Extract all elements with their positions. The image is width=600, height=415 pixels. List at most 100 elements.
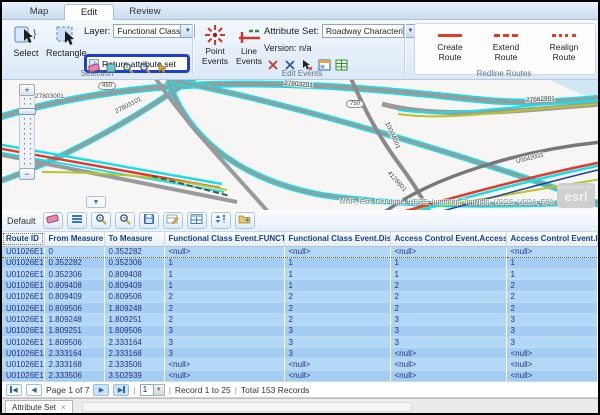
table-row[interactable]: U01026E11.8095062.3331643333 xyxy=(2,336,598,347)
table-cell[interactable]: 2 xyxy=(164,302,284,313)
table-cell[interactable]: 0.352306 xyxy=(44,269,104,280)
table-cell[interactable]: <null> xyxy=(506,370,598,381)
chevron-down-icon[interactable]: ▼ xyxy=(154,384,165,396)
collapse-panel-button[interactable]: ▼ xyxy=(86,196,106,208)
table-cell[interactable]: <null> xyxy=(164,246,284,257)
table-cell[interactable]: 1 xyxy=(284,257,390,268)
table-row[interactable]: U01026E10.3523060.8094081111 xyxy=(2,269,598,280)
chevron-down-icon[interactable]: ▼ xyxy=(181,24,195,38)
pan-to-selected-button[interactable] xyxy=(115,212,135,229)
table-cell[interactable]: 2.333164 xyxy=(44,348,104,359)
last-page-button[interactable]: ▶ xyxy=(113,384,129,396)
page-number-dropdown[interactable]: 1 ▼ xyxy=(140,384,165,396)
table-cell[interactable]: U01026E1 xyxy=(2,302,44,313)
table-cell[interactable]: <null> xyxy=(390,359,506,370)
table-cell[interactable]: 1 xyxy=(164,257,284,268)
table-row[interactable]: U01026E11.8092481.8092512233 xyxy=(2,314,598,325)
table-cell[interactable]: 0.809409 xyxy=(104,280,164,291)
layer-dropdown-value[interactable]: Functional Class xyxy=(113,24,181,38)
table-cell[interactable]: 1 xyxy=(390,257,506,268)
table-row[interactable]: U01026E10.3522820.3523061111 xyxy=(2,257,598,268)
table-cell[interactable]: 1 xyxy=(164,269,284,280)
table-cell[interactable]: 1.809251 xyxy=(44,325,104,336)
column-header[interactable]: Access Control Event.AccessControl xyxy=(390,232,506,246)
table-cell[interactable]: 0.352306 xyxy=(104,257,164,268)
table-cell[interactable]: 0.809408 xyxy=(44,280,104,291)
table-cell[interactable]: 0.352282 xyxy=(44,257,104,268)
table-cell[interactable]: 1.809506 xyxy=(44,336,104,347)
layer-dropdown[interactable]: Functional Class ▼ xyxy=(113,24,195,38)
column-header[interactable]: Functional Class Event.District xyxy=(284,232,390,246)
table-cell[interactable]: <null> xyxy=(506,359,598,370)
sort-records-button[interactable] xyxy=(211,212,231,229)
table-cell[interactable]: U01026E1 xyxy=(2,336,44,347)
line-events-button[interactable]: Line Events xyxy=(232,24,266,67)
table-cell[interactable]: <null> xyxy=(506,246,598,257)
table-cell[interactable]: 2.333168 xyxy=(104,348,164,359)
table-cell[interactable]: <null> xyxy=(164,359,284,370)
tab-review[interactable]: Review xyxy=(118,4,172,20)
table-cell[interactable]: 0.809409 xyxy=(44,291,104,302)
table-cell[interactable]: <null> xyxy=(284,246,390,257)
show-selected-records-button[interactable] xyxy=(67,212,87,229)
table-cell[interactable]: 2.333506 xyxy=(44,370,104,381)
magnifier-plus-icon[interactable] xyxy=(121,61,135,75)
table-cell[interactable]: <null> xyxy=(164,370,284,381)
table-cell[interactable]: 3 xyxy=(284,348,390,359)
table-row[interactable]: U01026E10.8094080.8094091122 xyxy=(2,280,598,291)
table-cell[interactable]: 3.502939 xyxy=(104,370,164,381)
rectangle-button[interactable]: Rectangle xyxy=(46,23,86,58)
open-table-button[interactable] xyxy=(187,212,207,229)
point-events-button[interactable]: Point Events xyxy=(198,24,232,67)
tab-map[interactable]: Map xyxy=(16,4,62,20)
table-row[interactable]: U01026E12.3331642.33316833<null><null> xyxy=(2,348,598,359)
table-cell[interactable]: 1 xyxy=(284,280,390,291)
table-cell[interactable]: U01026E1 xyxy=(2,291,44,302)
column-header[interactable]: Access Control Event.District xyxy=(506,232,598,246)
realign-route-button[interactable]: Realign Route xyxy=(539,30,589,63)
column-header[interactable]: Functional Class Event.FUNCTIONALCLASS xyxy=(164,232,284,246)
zoom-to-selected-button[interactable] xyxy=(91,212,111,229)
table-cell[interactable]: 2 xyxy=(506,291,598,302)
zoom-out-button[interactable]: − xyxy=(19,168,35,180)
table-cell[interactable]: 1 xyxy=(164,280,284,291)
table-cell[interactable]: <null> xyxy=(284,370,390,381)
table-cell[interactable]: <null> xyxy=(506,348,598,359)
attribute-set-tab[interactable]: Attribute Set × xyxy=(5,400,73,414)
table-row[interactable]: U01026E10.8094090.8095062222 xyxy=(2,291,598,302)
table-cell[interactable]: U01026E1 xyxy=(2,348,44,359)
table-cell[interactable]: U01026E1 xyxy=(2,280,44,291)
table-cell[interactable]: 2 xyxy=(390,291,506,302)
table-cell[interactable]: U01026E1 xyxy=(2,359,44,370)
table-cell[interactable]: 3 xyxy=(390,336,506,347)
previous-page-button[interactable]: ◀ xyxy=(26,384,42,396)
table-cell[interactable]: 3 xyxy=(164,348,284,359)
table-cell[interactable]: U01026E1 xyxy=(2,314,44,325)
table-cell[interactable]: 0 xyxy=(44,246,104,257)
table-cell[interactable]: <null> xyxy=(390,246,506,257)
table-cell[interactable]: 2 xyxy=(284,314,390,325)
map-canvas[interactable]: 450 27803001 27803101 27803201 750 10004… xyxy=(2,80,598,210)
table-row[interactable]: U01026E11.8092511.8095063333 xyxy=(2,325,598,336)
table-cell[interactable]: 0.809408 xyxy=(104,269,164,280)
table-cell[interactable]: <null> xyxy=(390,348,506,359)
zoom-slider-track[interactable] xyxy=(19,96,35,168)
table-cell[interactable]: U01026E1 xyxy=(2,246,44,257)
table-cell[interactable]: 3 xyxy=(284,336,390,347)
table-cell[interactable]: U01026E1 xyxy=(2,325,44,336)
select-button[interactable]: } Select xyxy=(6,23,46,58)
table-row[interactable]: U01026E12.3331682.333506<null><null><nul… xyxy=(2,359,598,370)
tab-edit[interactable]: Edit xyxy=(64,4,114,20)
table-row[interactable]: U01026E100.352282<null><null><null><null… xyxy=(2,246,598,257)
map-zoom-slider[interactable]: + − xyxy=(19,84,35,180)
column-header[interactable]: To Measure xyxy=(104,232,164,246)
table-row[interactable]: U01026E10.8095061.8092482222 xyxy=(2,302,598,313)
table-cell[interactable]: 1.809248 xyxy=(104,302,164,313)
table-cell[interactable]: 1 xyxy=(390,269,506,280)
table-cell[interactable]: 2 xyxy=(164,314,284,325)
first-page-button[interactable]: ◀ xyxy=(6,384,22,396)
export-records-button[interactable] xyxy=(235,212,255,229)
table-cell[interactable]: 2.333164 xyxy=(104,336,164,347)
zoom-in-button[interactable]: + xyxy=(19,84,35,96)
table-cell[interactable]: 1.809506 xyxy=(104,325,164,336)
